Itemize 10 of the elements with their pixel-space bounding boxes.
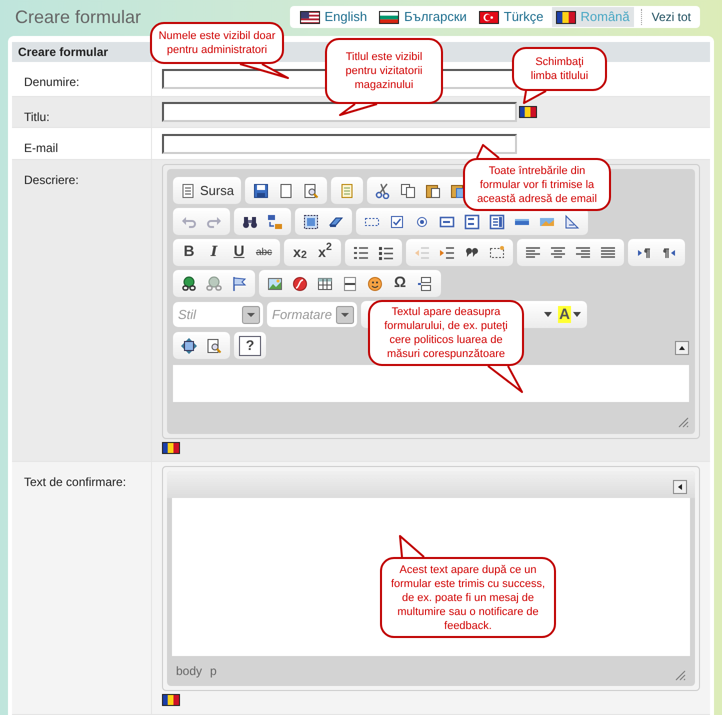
- field-label: E-mail: [24, 141, 58, 155]
- callout-tooltip: Acest text apare după ce un formular este trimis cu success, de ex. poate fi un mesaj de multumire sau o notificare de feedback.: [380, 557, 556, 638]
- field-label: Text de confirmare:: [24, 475, 126, 489]
- callout-tooltip: Textul apare deasupra formularului, de ex. puteţi cere politicos luarea de măsuri corespunzătoare: [368, 300, 524, 366]
- field-label: Denumire:: [24, 75, 80, 89]
- page-title: Creare formular: [15, 6, 142, 28]
- callout-tooltip: Toate întrebările din formular vor fi trimise la această adresă de email: [463, 158, 611, 211]
- field-label: Titlu:: [24, 110, 50, 124]
- callout-tooltip: Titlul este vizibil pentru vizitatorii magazinului: [325, 38, 443, 104]
- field-label: Descriere:: [24, 173, 79, 187]
